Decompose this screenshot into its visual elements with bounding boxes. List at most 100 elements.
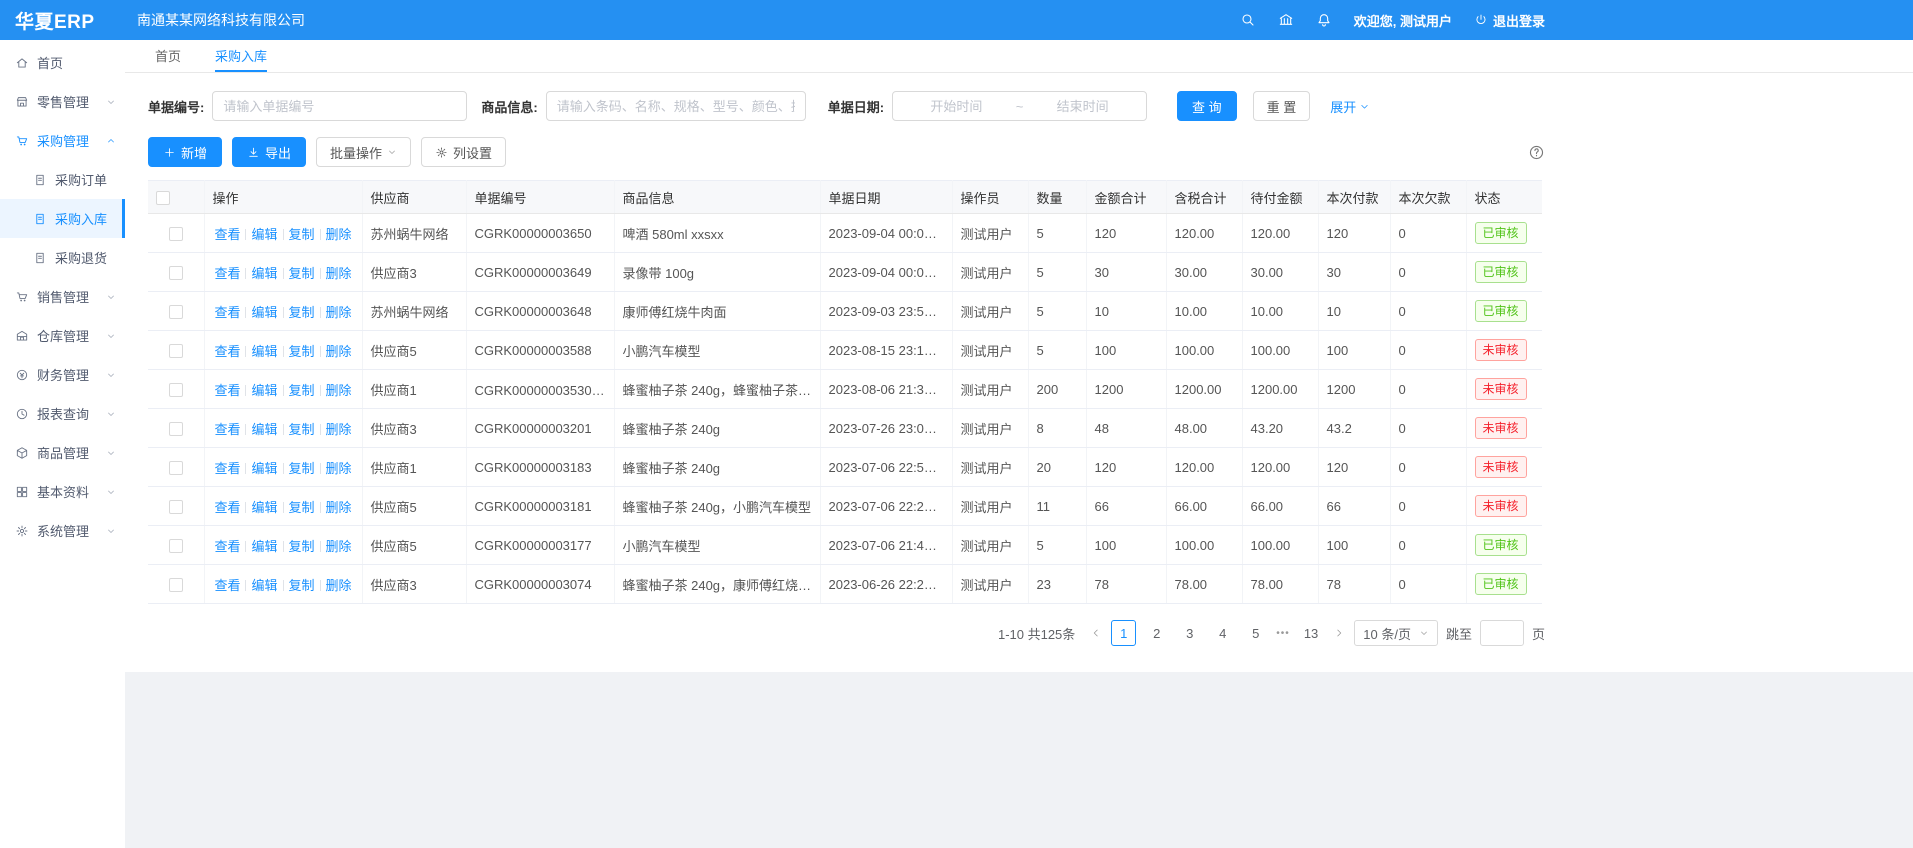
edit-link[interactable]: 编辑	[251, 383, 277, 398]
delete-link[interactable]: 删除	[326, 227, 352, 242]
edit-link[interactable]: 编辑	[251, 266, 277, 281]
edit-link[interactable]: 编辑	[251, 539, 277, 554]
view-link[interactable]: 查看	[214, 500, 240, 515]
row-checkbox[interactable]	[169, 422, 183, 436]
copy-link[interactable]: 复制	[289, 500, 315, 515]
copy-link[interactable]: 复制	[289, 305, 315, 320]
sidebar-item-system[interactable]: 系统管理	[0, 511, 125, 550]
row-checkbox[interactable]	[169, 344, 183, 358]
sidebar-item-purchase-return[interactable]: 采购退货	[0, 238, 125, 277]
sidebar-item-purchase-in[interactable]: 采购入库	[0, 199, 125, 238]
copy-link[interactable]: 复制	[289, 578, 315, 593]
copy-link[interactable]: 复制	[289, 422, 315, 437]
delete-link[interactable]: 删除	[326, 461, 352, 476]
export-button[interactable]: 导出	[232, 137, 306, 167]
next-page-button[interactable]	[1332, 620, 1346, 646]
sidebar-item-retail[interactable]: 零售管理	[0, 82, 125, 121]
search-icon[interactable]	[1240, 12, 1256, 28]
edit-link[interactable]: 编辑	[251, 578, 277, 593]
edit-link[interactable]: 编辑	[251, 344, 277, 359]
row-checkbox[interactable]	[169, 383, 183, 397]
sidebar-item-report[interactable]: 报表查询	[0, 394, 125, 433]
expand-link[interactable]: 展开	[1330, 97, 1370, 116]
view-link[interactable]: 查看	[214, 383, 240, 398]
debt-cell: 0	[1390, 565, 1466, 604]
goods-info-input[interactable]	[546, 91, 806, 121]
supplier-cell: 供应商3	[362, 565, 466, 604]
view-link[interactable]: 查看	[214, 539, 240, 554]
page-button-1[interactable]: 1	[1111, 620, 1136, 646]
bill-no-cell: CGRK00000003074	[466, 565, 614, 604]
edit-link[interactable]: 编辑	[251, 461, 277, 476]
edit-link[interactable]: 编辑	[251, 422, 277, 437]
edit-link[interactable]: 编辑	[251, 500, 277, 515]
delete-link[interactable]: 删除	[326, 383, 352, 398]
sidebar-item-basic[interactable]: 基本资料	[0, 472, 125, 511]
copy-link[interactable]: 复制	[289, 266, 315, 281]
filter-bar: 单据编号: 商品信息: 单据日期: ~ 查 询 重 置 展开	[148, 91, 1545, 121]
edit-link[interactable]: 编辑	[251, 227, 277, 242]
row-checkbox[interactable]	[169, 578, 183, 592]
edit-link[interactable]: 编辑	[251, 305, 277, 320]
prev-page-button[interactable]	[1089, 620, 1103, 646]
view-link[interactable]: 查看	[214, 344, 240, 359]
sidebar-item-finance[interactable]: 财务管理	[0, 355, 125, 394]
search-button[interactable]: 查 询	[1177, 91, 1237, 121]
select-all-checkbox[interactable]	[156, 191, 170, 205]
row-checkbox[interactable]	[169, 461, 183, 475]
page-button-4[interactable]: 4	[1210, 620, 1235, 646]
page-ellipsis[interactable]: •••	[1276, 628, 1290, 639]
sidebar-item-goods[interactable]: 商品管理	[0, 433, 125, 472]
tab-home[interactable]: 首页	[155, 40, 181, 72]
page-button-13[interactable]: 13	[1298, 620, 1324, 646]
help-icon[interactable]	[1528, 144, 1545, 161]
page-size-select[interactable]: 10 条/页	[1354, 620, 1438, 646]
page-button-3[interactable]: 3	[1177, 620, 1202, 646]
sidebar-item-purchase-order[interactable]: 采购订单	[0, 160, 125, 199]
sidebar-item-purchase[interactable]: 采购管理	[0, 121, 125, 160]
copy-link[interactable]: 复制	[289, 539, 315, 554]
batch-actions-button[interactable]: 批量操作	[316, 137, 411, 167]
jump-page-input[interactable]	[1480, 620, 1524, 646]
view-link[interactable]: 查看	[214, 266, 240, 281]
bank-icon[interactable]	[1278, 12, 1294, 28]
view-link[interactable]: 查看	[214, 461, 240, 476]
due-amount-cell: 66.00	[1242, 487, 1318, 526]
copy-link[interactable]: 复制	[289, 383, 315, 398]
delete-link[interactable]: 删除	[326, 500, 352, 515]
bill-no-input[interactable]	[212, 91, 467, 121]
view-link[interactable]: 查看	[214, 305, 240, 320]
delete-link[interactable]: 删除	[326, 539, 352, 554]
row-checkbox[interactable]	[169, 227, 183, 241]
page-button-2[interactable]: 2	[1144, 620, 1169, 646]
sidebar-item-home[interactable]: 首页	[0, 43, 125, 82]
sidebar-item-warehouse[interactable]: 仓库管理	[0, 316, 125, 355]
row-checkbox[interactable]	[169, 266, 183, 280]
copy-link[interactable]: 复制	[289, 227, 315, 242]
row-checkbox[interactable]	[169, 305, 183, 319]
delete-link[interactable]: 删除	[326, 578, 352, 593]
chevron-down-icon	[1359, 101, 1370, 112]
row-checkbox[interactable]	[169, 500, 183, 514]
delete-link[interactable]: 删除	[326, 344, 352, 359]
delete-link[interactable]: 删除	[326, 266, 352, 281]
bell-icon[interactable]	[1316, 12, 1332, 28]
date-range-picker[interactable]: ~	[892, 91, 1147, 121]
reset-button[interactable]: 重 置	[1253, 91, 1311, 121]
delete-link[interactable]: 删除	[326, 422, 352, 437]
row-checkbox[interactable]	[169, 539, 183, 553]
delete-link[interactable]: 删除	[326, 305, 352, 320]
logout-button[interactable]: 退出登录	[1474, 11, 1545, 30]
view-link[interactable]: 查看	[214, 578, 240, 593]
view-link[interactable]: 查看	[214, 422, 240, 437]
column-settings-button[interactable]: 列设置	[421, 137, 506, 167]
view-link[interactable]: 查看	[214, 227, 240, 242]
date-end-input[interactable]	[1027, 99, 1138, 114]
date-start-input[interactable]	[901, 99, 1012, 114]
page-button-5[interactable]: 5	[1243, 620, 1268, 646]
tab-purchase-in[interactable]: 采购入库	[215, 40, 267, 72]
copy-link[interactable]: 复制	[289, 461, 315, 476]
sidebar-item-sales[interactable]: 销售管理	[0, 277, 125, 316]
add-button[interactable]: 新增	[148, 137, 222, 167]
copy-link[interactable]: 复制	[289, 344, 315, 359]
